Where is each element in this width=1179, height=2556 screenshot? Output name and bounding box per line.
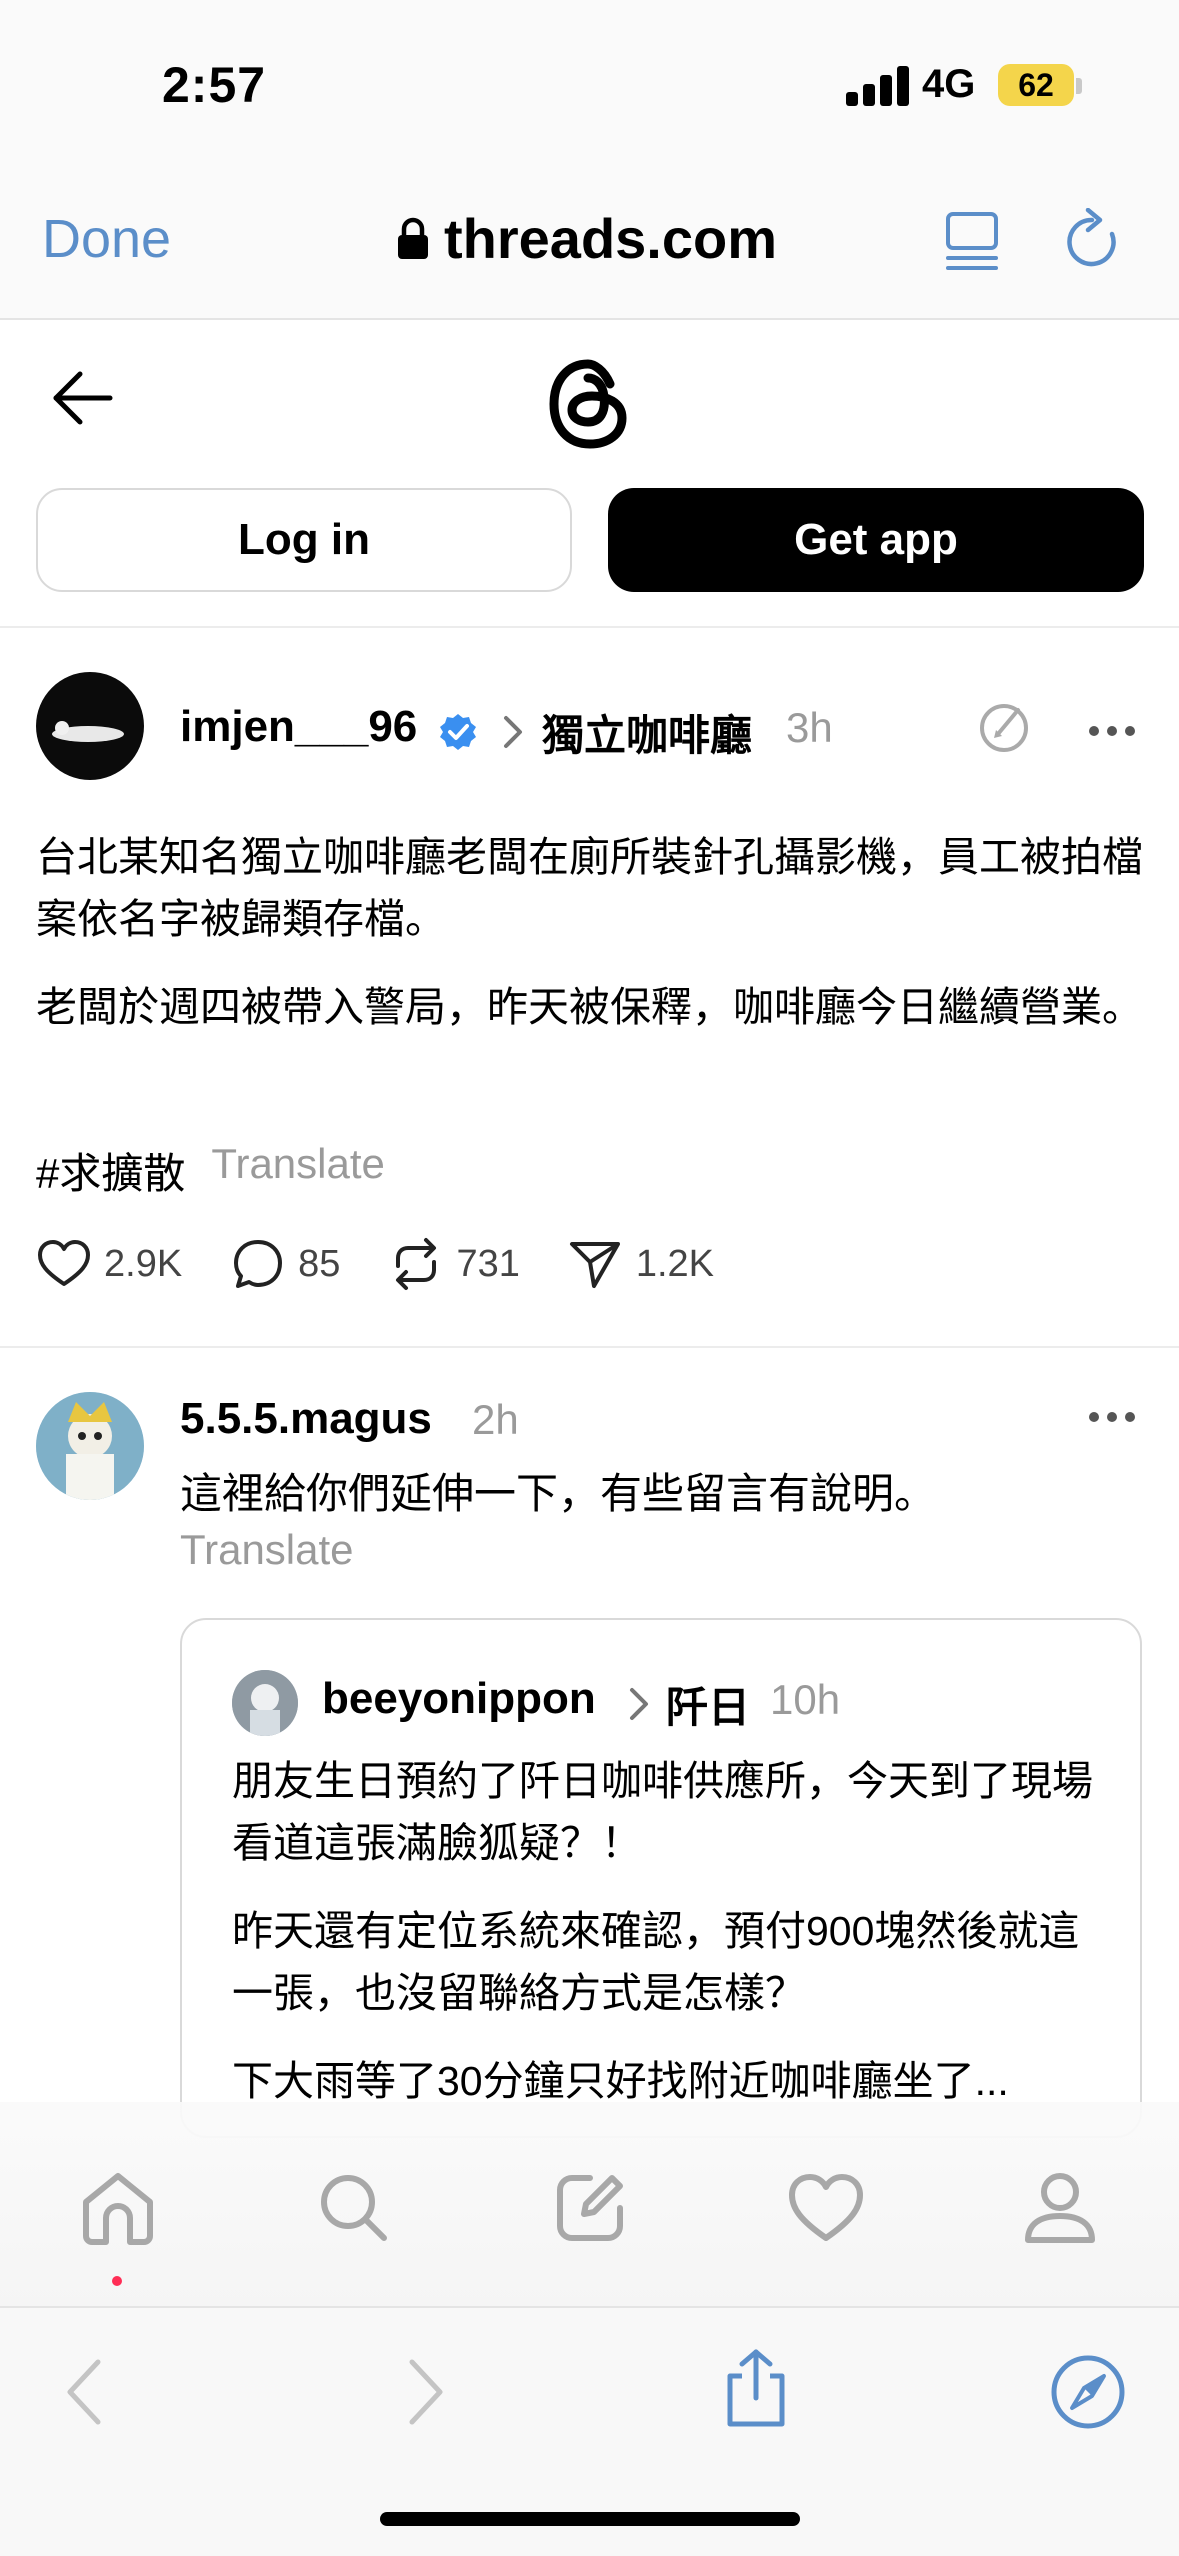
avatar-image: [52, 721, 124, 742]
post-username[interactable]: imjen___96: [180, 702, 417, 752]
translate-link[interactable]: Translate: [211, 1140, 385, 1201]
post-topic-tag[interactable]: 獨立咖啡廳: [542, 702, 752, 763]
more-options-icon[interactable]: [1088, 1410, 1136, 1424]
quoted-paragraph: 朋友生日預約了阡日咖啡供應所，今天到了現場看道這張滿臉狐疑？！: [232, 1758, 1093, 1866]
reply-username[interactable]: 5.5.5.magus: [180, 1394, 432, 1444]
share-icon[interactable]: [716, 2348, 796, 2428]
status-bar: 2:57 4G 62: [0, 0, 1179, 120]
back-arrow-icon[interactable]: [50, 368, 116, 428]
browser-forward-icon[interactable]: [384, 2352, 464, 2432]
search-icon: [321, 2175, 387, 2241]
compose-icon: [557, 2175, 623, 2241]
repost-icon: [396, 1238, 437, 1290]
network-type: 4G: [922, 62, 976, 106]
post-timestamp: 3h: [786, 704, 833, 751]
repost-count: 731: [456, 1242, 520, 1285]
hashtag-line: #求擴散 Translate: [36, 1140, 385, 1201]
tab-profile[interactable]: [1020, 2168, 1100, 2248]
url-text: threads.com: [444, 207, 777, 270]
heart-icon: [38, 1240, 90, 1286]
tab-home[interactable]: [78, 2168, 158, 2248]
get-app-button[interactable]: Get app: [608, 488, 1144, 592]
reply-author-avatar[interactable]: [36, 1392, 144, 1500]
divider: [0, 626, 1179, 628]
post-actions: 2.9K 85 731 1.2K: [36, 1236, 762, 1292]
quoted-post-card[interactable]: beeyonippon 阡日 10h 朋友生日預約了阡日咖啡供應所，今天到了現場…: [180, 1618, 1142, 2138]
home-icon: [83, 2173, 153, 2245]
profile-icon: [1025, 2173, 1095, 2243]
share-button[interactable]: 1.2K: [568, 1236, 714, 1292]
quote-repost-icon[interactable]: [976, 700, 1032, 756]
send-icon: [569, 1242, 620, 1288]
tab-compose[interactable]: [550, 2168, 630, 2248]
quoted-paragraph: 昨天還有定位系統來確認，預付900塊然後就這一張，也沒留聯絡方式是怎樣？: [232, 1908, 1080, 2016]
browser-address-bar: Done threads.com: [0, 120, 1179, 320]
bottom-tab-bar: [0, 2102, 1179, 2308]
quoted-topic-tag[interactable]: 阡日: [666, 1674, 750, 1735]
quoted-post-body: 朋友生日預約了阡日咖啡供應所，今天到了現場看道這張滿臉狐疑？！ 昨天還有定位系統…: [232, 1750, 1112, 2136]
post-author-avatar[interactable]: [36, 672, 144, 780]
more-options-icon[interactable]: [1088, 724, 1136, 738]
quoted-author-avatar[interactable]: [232, 1670, 298, 1736]
hashtag-link[interactable]: #求擴散: [36, 1140, 185, 1201]
divider: [0, 1346, 1179, 1348]
comment-icon: [234, 1240, 283, 1288]
tab-activity[interactable]: [786, 2168, 866, 2248]
url-field[interactable]: threads.com: [396, 206, 777, 271]
compass-icon[interactable]: [1048, 2352, 1128, 2432]
home-indicator[interactable]: [380, 2512, 800, 2526]
like-count: 2.9K: [104, 1242, 183, 1285]
verified-badge-icon: [440, 714, 476, 750]
quoted-username[interactable]: beeyonippon: [322, 1674, 596, 1724]
repost-button[interactable]: 731: [388, 1236, 520, 1292]
heart-icon: [789, 2174, 863, 2241]
reader-mode-icon[interactable]: [944, 210, 1004, 274]
avatar-image: [36, 1392, 144, 1500]
post-paragraph: 老闆於週四被帶入警局，昨天被保釋，咖啡廳今日繼續營業。: [36, 984, 1143, 1030]
home-notification-dot: [112, 2276, 122, 2286]
like-button[interactable]: 2.9K: [36, 1236, 182, 1292]
chevron-right-icon: [630, 1688, 648, 1720]
login-button[interactable]: Log in: [36, 488, 572, 592]
translate-link[interactable]: Translate: [180, 1526, 354, 1574]
threads-logo-icon[interactable]: [546, 356, 632, 452]
comment-count: 85: [298, 1242, 341, 1285]
status-time: 2:57: [162, 57, 267, 113]
share-count: 1.2K: [635, 1242, 715, 1285]
post-body: 台北某知名獨立咖啡廳老闆在廁所裝針孔攝影機，員工被拍檔案依名字被歸類存檔。 老闆…: [36, 826, 1146, 1064]
browser-back-icon[interactable]: [46, 2352, 126, 2432]
cellular-signal-icon: [846, 66, 910, 106]
reload-icon[interactable]: [1062, 208, 1122, 272]
reply-text: 這裡給你們延伸一下，有些留言有說明。: [180, 1470, 937, 1517]
quoted-timestamp: 10h: [770, 1676, 841, 1723]
lock-icon: [398, 217, 428, 259]
reply-timestamp: 2h: [472, 1396, 519, 1443]
chevron-right-icon: [504, 716, 522, 748]
done-button[interactable]: Done: [42, 208, 171, 270]
battery-icon: 62: [998, 64, 1074, 106]
avatar-image: [232, 1670, 298, 1736]
tab-search[interactable]: [314, 2168, 394, 2248]
battery-cap: [1076, 78, 1082, 94]
comment-button[interactable]: 85: [230, 1236, 340, 1292]
post-paragraph: 台北某知名獨立咖啡廳老闆在廁所裝針孔攝影機，員工被拍檔案依名字被歸類存檔。: [36, 834, 1143, 942]
